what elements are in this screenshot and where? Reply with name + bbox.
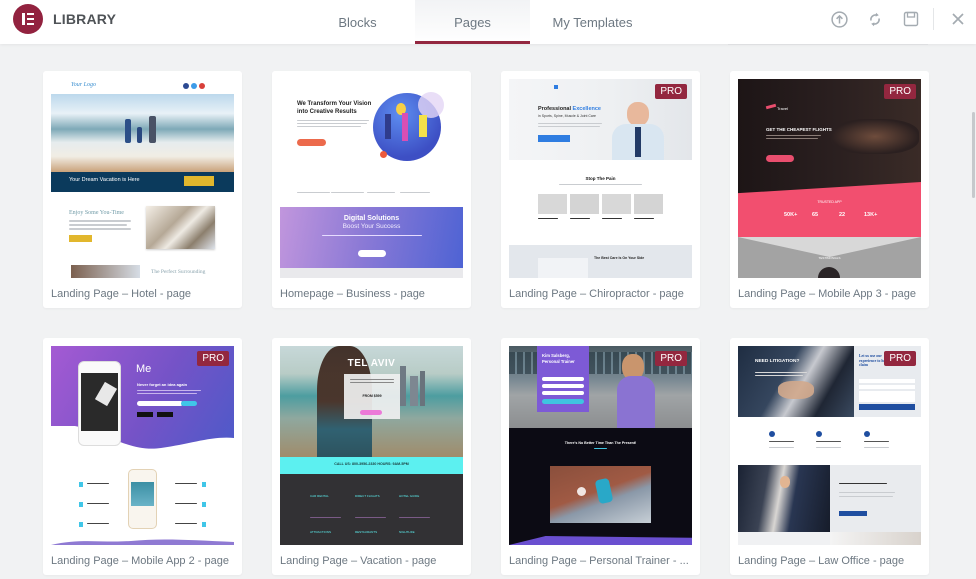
template-title: Landing Page – Mobile App 2 - page [51,555,229,567]
library-header: LIBRARY Blocks Pages My Templates [0,0,976,44]
thumb-lower-title: The Best Care Is On Your Side [594,256,645,260]
elementor-logo-icon [13,4,43,34]
library-title: LIBRARY [53,11,117,27]
thumb-heading: NEED LITIGATION? [755,359,800,364]
template-preview[interactable]: PRO Professional Excellence in Sports, S… [509,79,692,278]
thumb-feature: DIRECT FLIGHTS [355,494,380,498]
template-title: Landing Page – Chiropractor - page [509,288,684,300]
thumb-stat: 13K+ [864,212,878,218]
pro-badge: PRO [197,351,229,366]
template-title: Homepage – Business - page [280,288,425,300]
thumb-band-title: Digital Solutions [343,215,400,222]
import-template-button[interactable] [821,0,857,38]
thumb-feature: ATTRACTIONS [310,530,331,534]
pro-badge: PRO [655,84,687,99]
scrollbar[interactable] [970,44,976,579]
thumb-logo: Your Logo [71,82,96,88]
pro-badge: PRO [655,351,687,366]
library-tabs: Blocks Pages My Templates [300,0,655,44]
thumb-heading: GET THE CHEAPEST FLIGHTS [766,127,832,132]
thumb-band-title: TRUSTED APP [817,200,842,204]
thumb-heading: Never forget an idea again [137,382,188,387]
template-card-personal-trainer[interactable]: PRO Kim Salsberg, Personal Trainer There… [501,338,700,575]
thumb-banner-text: Your Dream Vacation is Here [69,177,140,183]
template-card-chiropractor[interactable]: PRO Professional Excellence in Sports, S… [501,71,700,308]
template-card-vacation[interactable]: TEL AVIV FROM $599 CALL US: 800-3956-233… [272,338,471,575]
thumb-band-subtitle: Boost Your Success [342,223,401,230]
pro-badge: PRO [884,351,916,366]
template-card-law-office[interactable]: PRO NEED LITIGATION? Let us use our expe… [730,338,929,575]
template-preview[interactable]: PRO Travel GET THE CHEAPEST FLIGHTS TRUS… [738,79,921,278]
template-preview[interactable]: Your Logo Your Dream Vacation is Here En… [51,79,234,278]
template-preview[interactable]: PRO Kim Salsberg, Personal Trainer There… [509,346,692,545]
close-icon [952,13,964,25]
thumb-role: Personal Trainer [542,359,575,364]
pro-badge: PRO [884,84,916,99]
thumb-stat: 50K+ [784,212,798,218]
template-card-mobile-app-2[interactable]: PRO Me Never forget an idea again Landin… [43,338,242,575]
close-library-button[interactable] [940,0,976,38]
sync-library-button[interactable] [857,0,893,38]
template-title: Landing Page – Mobile App 3 - page [738,288,916,300]
save-template-button[interactable] [893,0,929,38]
template-preview[interactable]: We Transform Your Vision into Creative R… [280,79,463,278]
thumb-section-title: There's No Better Time Than The Present! [564,441,637,445]
tab-blocks[interactable]: Blocks [300,0,415,44]
tab-my-templates[interactable]: My Templates [530,0,655,44]
thumb-feature: HOTEL GUIDE [399,494,420,498]
thumb-stat: 65 [812,212,819,218]
thumb-heading: TEL AVIV [347,358,396,369]
upload-icon [830,10,848,28]
thumb-name: Kim Salsberg, [542,353,570,358]
thumb-price: FROM $599 [362,394,382,398]
thumb-feature: CAR RENTAL [310,494,329,498]
template-preview[interactable]: TEL AVIV FROM $599 CALL US: 800-3956-233… [280,346,463,545]
thumb-heading-2: into Creative Results [297,109,357,115]
template-preview[interactable]: PRO Me Never forget an idea again [51,346,234,545]
thumb-stat: 22 [839,212,846,218]
thumb-heading: Professional Excellence [538,106,601,112]
template-title: Landing Page – Law Office - page [738,555,905,567]
thumb-brand: Travel [777,106,788,111]
thumb-heading: Enjoy Some You-Time [69,210,124,216]
thumb-lower-title: TESTIMONIALS [818,256,841,260]
header-divider [933,8,934,30]
scrollbar-thumb[interactable] [972,112,975,198]
template-card-business[interactable]: We Transform Your Vision into Creative R… [272,71,471,308]
thumb-feature: RESTAURANTS [355,530,378,534]
thumb-band: CALL US: 800-3956-2330 HOURS: 9AM-5PM [334,462,409,466]
thumb-heading: We Transform Your Vision [297,101,372,107]
thumb-section-title: Stop The Pain [585,176,616,181]
template-title: Landing Page – Hotel - page [51,288,192,300]
template-title: Landing Page – Vacation - page [280,555,437,567]
save-icon [903,11,919,27]
thumb-footer-heading: The Perfect Surrounding [151,269,206,275]
beach-photo [51,94,234,172]
template-card-hotel[interactable]: Your Logo Your Dream Vacation is Here En… [43,71,242,308]
header-actions [821,0,976,38]
tab-pages[interactable]: Pages [415,0,530,44]
template-card-mobile-app-3[interactable]: PRO Travel GET THE CHEAPEST FLIGHTS TRUS… [730,71,929,308]
thumb-brand: Me [136,363,152,375]
template-title: Landing Page – Personal Trainer - ... [509,555,689,567]
thumb-subheading: in Sports, Spine, Muscle & Joint Care [538,114,596,118]
template-preview[interactable]: PRO NEED LITIGATION? Let us use our expe… [738,346,921,545]
thumb-feature: NIGHTLIFE [399,530,415,534]
header-rule [728,44,928,45]
play-icon [577,487,586,496]
sync-icon [870,12,880,26]
